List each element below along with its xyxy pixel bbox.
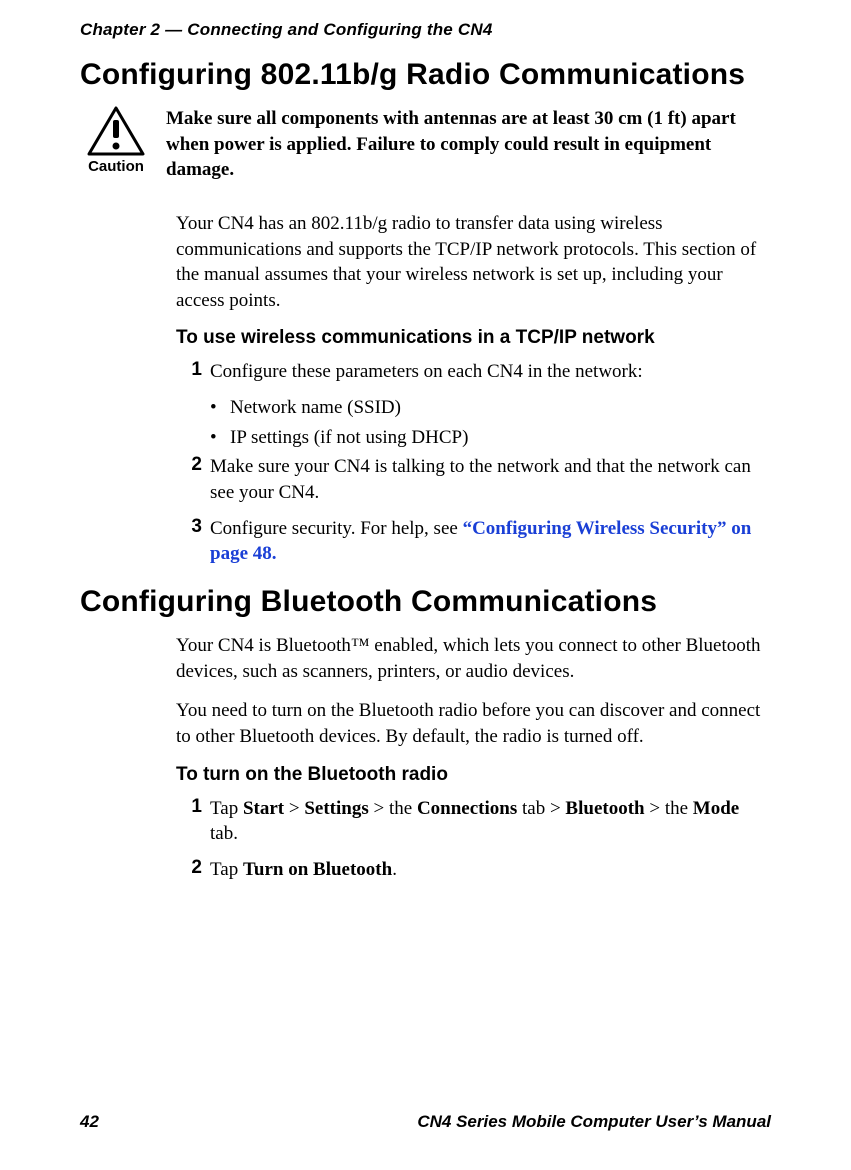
heading-configuring-bluetooth: Configuring Bluetooth Communications <box>80 585 771 619</box>
list-item: 2 Make sure your CN4 is talking to the n… <box>176 454 771 505</box>
step-text: Configure security. For help, see “Confi… <box>210 516 771 567</box>
step-text: Make sure your CN4 is talking to the net… <box>210 454 771 505</box>
step-text: Tap Turn on Bluetooth. <box>210 857 771 883</box>
t: Tap <box>210 859 243 880</box>
ui-settings: Settings <box>304 798 368 819</box>
ui-mode: Mode <box>693 798 739 819</box>
section1-subhead: To use wireless communications in a TCP/… <box>176 327 771 349</box>
section2-subhead: To turn on the Bluetooth radio <box>176 764 771 786</box>
step-number: 1 <box>176 359 210 381</box>
caution-icon <box>87 106 145 156</box>
t: . <box>392 859 397 880</box>
list-item: • Network name (SSID) <box>210 395 771 421</box>
caution-block: Caution Make sure all components with an… <box>80 106 771 183</box>
heading-configuring-80211: Configuring 802.11b/g Radio Communicatio… <box>80 58 771 92</box>
caution-text: Make sure all components with antennas a… <box>166 106 771 183</box>
bullet-text: IP settings (if not using DHCP) <box>230 425 468 451</box>
ui-turn-on-bluetooth: Turn on Bluetooth <box>243 859 392 880</box>
section2-p1: Your CN4 is Bluetooth™ enabled, which le… <box>176 633 771 684</box>
page: Chapter 2 — Connecting and Configuring t… <box>0 0 851 1170</box>
running-head: Chapter 2 — Connecting and Configuring t… <box>80 20 771 40</box>
t: Tap <box>210 798 243 819</box>
caution-icon-block: Caution <box>80 106 152 175</box>
list-item: 1 Tap Start > Settings > the Connections… <box>176 796 771 847</box>
section1-body: Your CN4 has an 802.11b/g radio to trans… <box>176 211 771 567</box>
step-number: 3 <box>176 516 210 538</box>
step3-pre: Configure security. For help, see <box>210 518 463 539</box>
step-text: Configure these parameters on each CN4 i… <box>210 359 771 385</box>
bullet-text: Network name (SSID) <box>230 395 401 421</box>
step-number: 1 <box>176 796 210 818</box>
list-item: 1 Configure these parameters on each CN4… <box>176 359 771 385</box>
page-footer: 42 CN4 Series Mobile Computer User’s Man… <box>80 1112 771 1132</box>
manual-title: CN4 Series Mobile Computer User’s Manual <box>417 1112 771 1132</box>
section2-body: Your CN4 is Bluetooth™ enabled, which le… <box>176 633 771 882</box>
t: tab. <box>210 823 238 844</box>
section1-intro: Your CN4 has an 802.11b/g radio to trans… <box>176 211 771 314</box>
step-number: 2 <box>176 857 210 879</box>
ui-connections: Connections <box>417 798 517 819</box>
t: > <box>284 798 304 819</box>
caution-label: Caution <box>88 158 144 175</box>
section2-p2: You need to turn on the Bluetooth radio … <box>176 698 771 749</box>
step-number: 2 <box>176 454 210 476</box>
t: > the <box>369 798 417 819</box>
ui-bluetooth: Bluetooth <box>565 798 644 819</box>
list-item: 2 Tap Turn on Bluetooth. <box>176 857 771 883</box>
ui-start: Start <box>243 798 284 819</box>
bullet-dot: • <box>210 395 230 421</box>
t: tab > <box>517 798 565 819</box>
list-item: • IP settings (if not using DHCP) <box>210 425 771 451</box>
page-number: 42 <box>80 1112 99 1132</box>
bullet-dot: • <box>210 425 230 451</box>
list-item: 3 Configure security. For help, see “Con… <box>176 516 771 567</box>
step-text: Tap Start > Settings > the Connections t… <box>210 796 771 847</box>
t: > the <box>645 798 693 819</box>
